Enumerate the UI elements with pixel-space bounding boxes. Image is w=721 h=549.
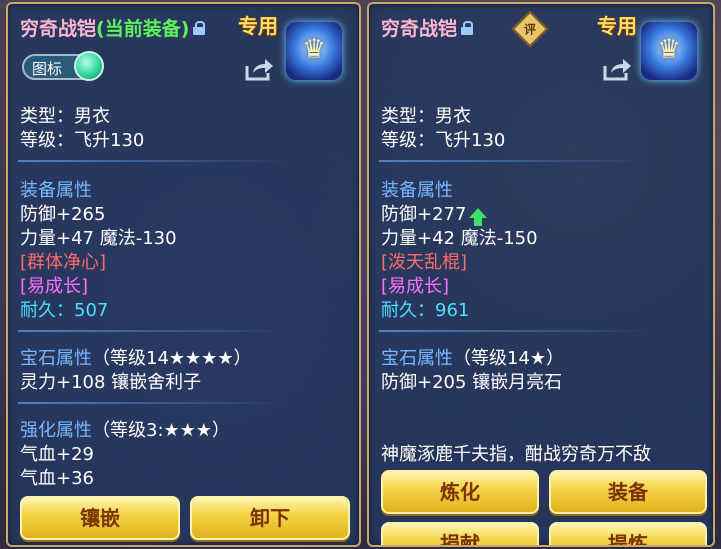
special-skill: [泼天乱棍] (381, 252, 468, 273)
gem-header: 宝石属性 (20, 348, 92, 369)
durability-label: 耐久： (381, 300, 435, 321)
current-equipment-panel: 穷奇战铠 (当前装备) 专用 ♛ 图标 类型：男衣 等级：飞升130 装备属性 … (6, 2, 361, 547)
item-name: 穷奇战铠 (20, 18, 97, 40)
divider (379, 160, 649, 162)
item-type: 类型：男衣 (381, 106, 471, 127)
equipped-tag: (当前装备) (96, 18, 190, 40)
flavor-text: 神魔涿鹿千夫指，酣战穷奇万不敌 (381, 444, 651, 465)
lock-icon (193, 20, 206, 35)
item-level: 等级：飞升130 (20, 130, 145, 151)
gem-stat: 防御+205 镶嵌月亮石 (381, 372, 563, 393)
divider (18, 330, 288, 332)
exclusive-label: 专用 (238, 14, 278, 38)
str-magic-stat: 力量+47 魔法-130 (20, 228, 177, 249)
extract-button[interactable]: 提炼 (549, 522, 707, 545)
attr-header: 装备属性 (20, 180, 92, 201)
enhance-level: （等级3:★★★） (92, 420, 230, 441)
durability-label: 耐久： (20, 300, 74, 321)
durability: 耐久：507 (20, 296, 108, 322)
divider (18, 402, 288, 404)
gem-attr-row: 宝石属性（等级14★） (381, 344, 564, 370)
armor-item-icon: ♛ (286, 22, 342, 80)
item-type: 类型：男衣 (20, 106, 110, 127)
enhance-attr-row: 强化属性（等级3:★★★） (20, 416, 230, 442)
equip-button[interactable]: 装备 (549, 470, 707, 514)
icon-toggle[interactable]: 图标 (22, 51, 104, 81)
rate-badge-label: 评 (523, 22, 537, 37)
str-magic-stat: 力量+42 魔法-150 (381, 228, 538, 249)
defense-stat: 防御+277 (381, 204, 467, 225)
exclusive-label: 专用 (597, 14, 637, 38)
item-title-row: 穷奇战铠 (当前装备) (20, 14, 206, 41)
increase-arrow-icon (469, 208, 488, 226)
gem-stat: 灵力+108 镶嵌舍利子 (20, 372, 202, 393)
item-level: 等级：飞升130 (381, 130, 506, 151)
refine-button[interactable]: 炼化 (381, 470, 539, 514)
gem-level: （等级14★★★★） (92, 348, 252, 369)
gem-attr-row: 宝石属性（等级14★★★★） (20, 344, 251, 370)
gem-header: 宝石属性 (381, 348, 453, 369)
lock-icon (461, 20, 474, 35)
compare-equipment-panel: 穷奇战铠 评 专用 ♛ 类型：男衣 等级：飞升130 装备属性 防御+277 力… (367, 2, 715, 547)
item-title-row: 穷奇战铠 (381, 14, 474, 41)
special-effect: [易成长] (20, 276, 89, 297)
icon-toggle-label: 图标 (32, 60, 63, 78)
attr-header: 装备属性 (381, 180, 453, 201)
inlay-button[interactable]: 镶嵌 (20, 496, 180, 540)
durability-value: 507 (74, 300, 109, 321)
gem-level: （等级14★） (453, 348, 565, 369)
defense-stat: 防御+265 (20, 204, 106, 225)
toggle-knob (74, 51, 104, 81)
special-effect: [易成长] (381, 276, 450, 297)
defense-stat-row: 防御+277 (381, 200, 488, 226)
divider (18, 160, 288, 162)
special-skill: [群体净心] (20, 252, 107, 273)
divider (379, 330, 649, 332)
unequip-button[interactable]: 卸下 (190, 496, 350, 540)
rate-badge-icon[interactable]: 评 (511, 10, 549, 48)
enhance-stat-1: 气血+29 (20, 444, 94, 465)
share-icon[interactable] (244, 56, 274, 82)
durability: 耐久：961 (381, 296, 469, 322)
enhance-header: 强化属性 (20, 420, 92, 441)
enhance-stat-2: 气血+36 (20, 468, 94, 489)
durability-value: 961 (435, 300, 470, 321)
armor-item-icon: ♛ (641, 22, 697, 80)
item-name: 穷奇战铠 (381, 18, 458, 40)
donate-button[interactable]: 捐献 (381, 522, 539, 545)
share-icon[interactable] (602, 56, 632, 82)
